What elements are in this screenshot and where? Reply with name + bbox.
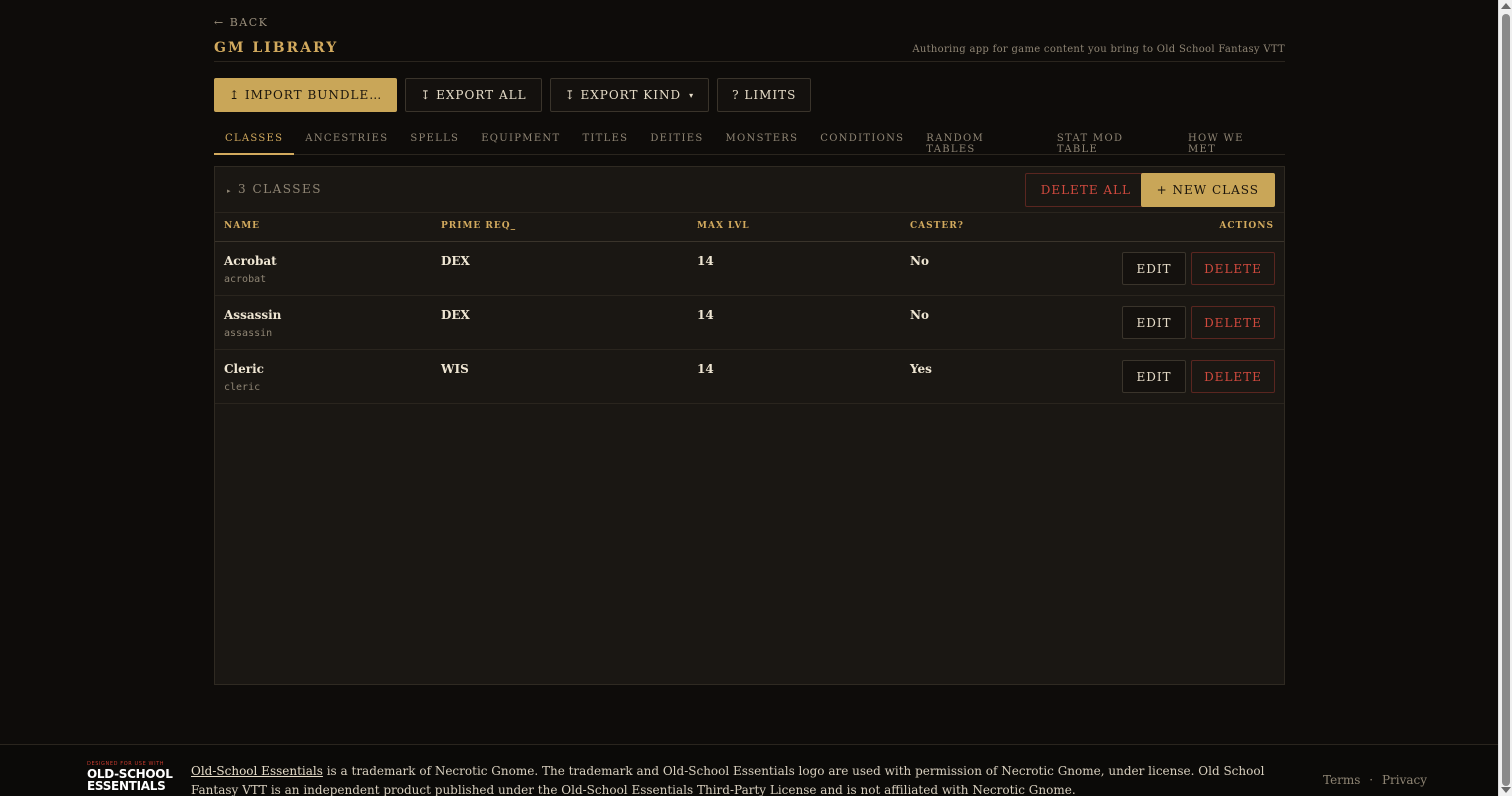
- tab-stat-mod-table[interactable]: STAT MOD TABLE: [1046, 126, 1177, 155]
- tab-titles[interactable]: TITLES: [571, 126, 639, 155]
- logo-line-2: ESSENTIALS: [87, 779, 166, 793]
- scroll-down-icon[interactable]: [1501, 787, 1511, 793]
- class-count-toggle[interactable]: ▸ 3 CLASSES: [227, 182, 322, 196]
- class-caster: No: [910, 254, 929, 268]
- delete-all-button[interactable]: DELETE ALL: [1024, 173, 1147, 207]
- header-divider: [214, 61, 1285, 62]
- category-tabs: CLASSES ANCESTRIES SPELLS EQUIPMENT TITL…: [214, 126, 1285, 155]
- column-header-max-lvl: MAX LVL: [697, 221, 750, 231]
- footer-separator: ·: [1369, 773, 1374, 787]
- edit-button[interactable]: EDIT: [1122, 360, 1186, 393]
- classes-panel: ▸ 3 CLASSES DELETE ALL + NEW CLASS NAME P…: [214, 166, 1285, 685]
- page-tagline: Authoring app for game content you bring…: [912, 44, 1285, 55]
- export-all-button[interactable]: ↧ EXPORT ALL: [405, 78, 542, 112]
- class-prime-req: DEX: [441, 308, 470, 322]
- new-class-button[interactable]: + NEW CLASS: [1140, 173, 1275, 207]
- table-header: NAME PRIME REQ_ MAX LVL CASTER? ACTIONS: [215, 213, 1284, 242]
- column-header-prime-req: PRIME REQ_: [441, 221, 517, 231]
- tab-random-tables[interactable]: RANDOM TABLES: [915, 126, 1046, 155]
- class-prime-req: WIS: [441, 362, 469, 376]
- delete-button[interactable]: DELETE: [1191, 360, 1275, 393]
- panel-header: ▸ 3 CLASSES DELETE ALL + NEW CLASS: [215, 167, 1284, 213]
- delete-button[interactable]: DELETE: [1191, 252, 1275, 285]
- tab-ancestries[interactable]: ANCESTRIES: [294, 126, 399, 155]
- tab-classes[interactable]: CLASSES: [214, 126, 295, 155]
- tab-equipment[interactable]: EQUIPMENT: [470, 126, 571, 155]
- class-max-lvl: 14: [697, 308, 714, 322]
- table-row: Cleric cleric WIS 14 Yes EDIT DELETE: [215, 350, 1284, 404]
- legal-notice: Old-School Essentials is a trademark of …: [191, 762, 1301, 796]
- limits-button[interactable]: ? LIMITS: [717, 78, 812, 112]
- scroll-up-icon[interactable]: [1501, 3, 1511, 9]
- edit-button[interactable]: EDIT: [1122, 252, 1186, 285]
- class-caster: Yes: [910, 362, 932, 376]
- toolbar: ↥ IMPORT BUNDLE… ↧ EXPORT ALL ↧ EXPORT K…: [214, 78, 812, 112]
- vertical-scrollbar[interactable]: [1498, 0, 1512, 796]
- class-caster: No: [910, 308, 929, 322]
- tab-spells[interactable]: SPELLS: [399, 126, 470, 155]
- class-prime-req: DEX: [441, 254, 470, 268]
- edit-button[interactable]: EDIT: [1122, 306, 1186, 339]
- footer-links: Terms · Privacy: [1323, 773, 1427, 787]
- class-slug: acrobat: [224, 274, 267, 285]
- column-header-caster: CASTER?: [910, 221, 964, 231]
- class-slug: assassin: [224, 328, 273, 339]
- export-kind-button[interactable]: ↧ EXPORT KIND ▾: [549, 78, 710, 112]
- tab-how-we-met[interactable]: HOW WE MET: [1177, 126, 1285, 155]
- scrollbar-thumb[interactable]: [1502, 14, 1510, 786]
- caret-down-icon: ▾: [689, 90, 695, 100]
- tab-deities[interactable]: DEITIES: [639, 126, 714, 155]
- class-name: Assassin: [224, 308, 282, 322]
- class-count-label: 3 CLASSES: [238, 182, 322, 196]
- class-name: Cleric: [224, 362, 264, 376]
- expand-triangle-icon: ▸: [227, 187, 233, 195]
- class-max-lvl: 14: [697, 254, 714, 268]
- tab-conditions[interactable]: CONDITIONS: [809, 126, 915, 155]
- table-row: Assassin assassin DEX 14 No EDIT DELETE: [215, 296, 1284, 350]
- footer: DESIGNED FOR USE WITH OLD-SCHOOL ESSENTI…: [0, 744, 1498, 796]
- table-row: Acrobat acrobat DEX 14 No EDIT DELETE: [215, 242, 1284, 296]
- back-link[interactable]: ← BACK: [214, 16, 268, 29]
- ose-link[interactable]: Old-School Essentials: [191, 764, 323, 778]
- class-name: Acrobat: [224, 254, 277, 268]
- export-kind-label: ↧ EXPORT KIND: [564, 88, 682, 102]
- column-header-actions: ACTIONS: [1219, 221, 1274, 231]
- class-max-lvl: 14: [697, 362, 714, 376]
- class-slug: cleric: [224, 382, 261, 393]
- legal-text: is a trademark of Necrotic Gnome. The tr…: [191, 764, 1265, 796]
- delete-button[interactable]: DELETE: [1191, 306, 1275, 339]
- page-title: GM LIBRARY: [214, 40, 339, 56]
- privacy-link[interactable]: Privacy: [1382, 773, 1427, 787]
- ose-logo: DESIGNED FOR USE WITH OLD-SCHOOL ESSENTI…: [87, 761, 173, 796]
- tab-monsters[interactable]: MONSTERS: [714, 126, 809, 155]
- terms-link[interactable]: Terms: [1323, 773, 1360, 787]
- import-bundle-button[interactable]: ↥ IMPORT BUNDLE…: [214, 78, 398, 112]
- column-header-name: NAME: [224, 221, 261, 231]
